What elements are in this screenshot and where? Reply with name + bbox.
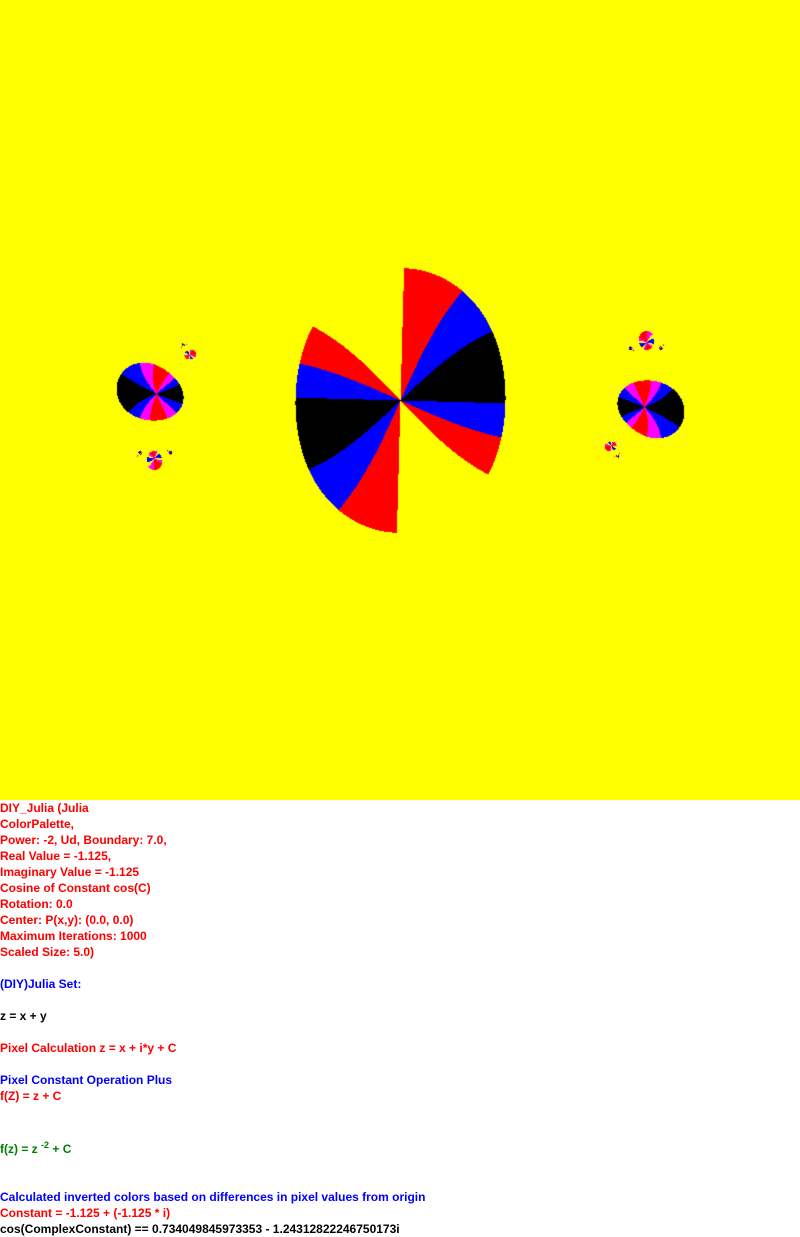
formula-fz-prefix: f(z) = z <box>0 1142 38 1156</box>
info-power: Power: -2, Ud, Boundary: 7.0, <box>0 833 167 847</box>
formula-fz-suffix: + C <box>49 1142 72 1156</box>
footer-cos-constant: cos(ComplexConstant) == 0.73404984597335… <box>0 1222 400 1236</box>
footer-colors-note: Calculated inverted colors based on diff… <box>0 1190 426 1204</box>
formula-set-name: (DIY)Julia Set: <box>0 977 82 991</box>
info-scaled-size: Scaled Size: 5.0) <box>0 945 95 959</box>
info-rotation: Rotation: 0.0 <box>0 897 73 911</box>
formula-pixel-calc: Pixel Calculation z = x + i*y + C <box>0 1041 177 1055</box>
info-real-value: Real Value = -1.125, <box>0 849 112 863</box>
info-title: DIY_Julia (Julia <box>0 801 89 815</box>
info-center: Center: P(x,y): (0.0, 0.0) <box>0 913 134 927</box>
formula-fz: f(Z) = z + C <box>0 1089 62 1103</box>
formula-operation: Pixel Constant Operation Plus <box>0 1073 173 1087</box>
info-palette: ColorPalette, <box>0 817 75 831</box>
formula-z-definition: z = x + y <box>0 1009 47 1023</box>
info-max-iterations: Maximum Iterations: 1000 <box>0 929 147 943</box>
info-cosine-constant: Cosine of Constant cos(C) <box>0 881 151 895</box>
julia-fractal-image <box>0 0 800 800</box>
formula-power-function: f(z) = z -2 + C <box>0 1141 71 1157</box>
footer-constant: Constant = -1.125 + (-1.125 * i) <box>0 1206 171 1220</box>
formula-fz-exponent: -2 <box>41 1140 50 1150</box>
info-imaginary-value: Imaginary Value = -1.125 <box>0 865 140 879</box>
